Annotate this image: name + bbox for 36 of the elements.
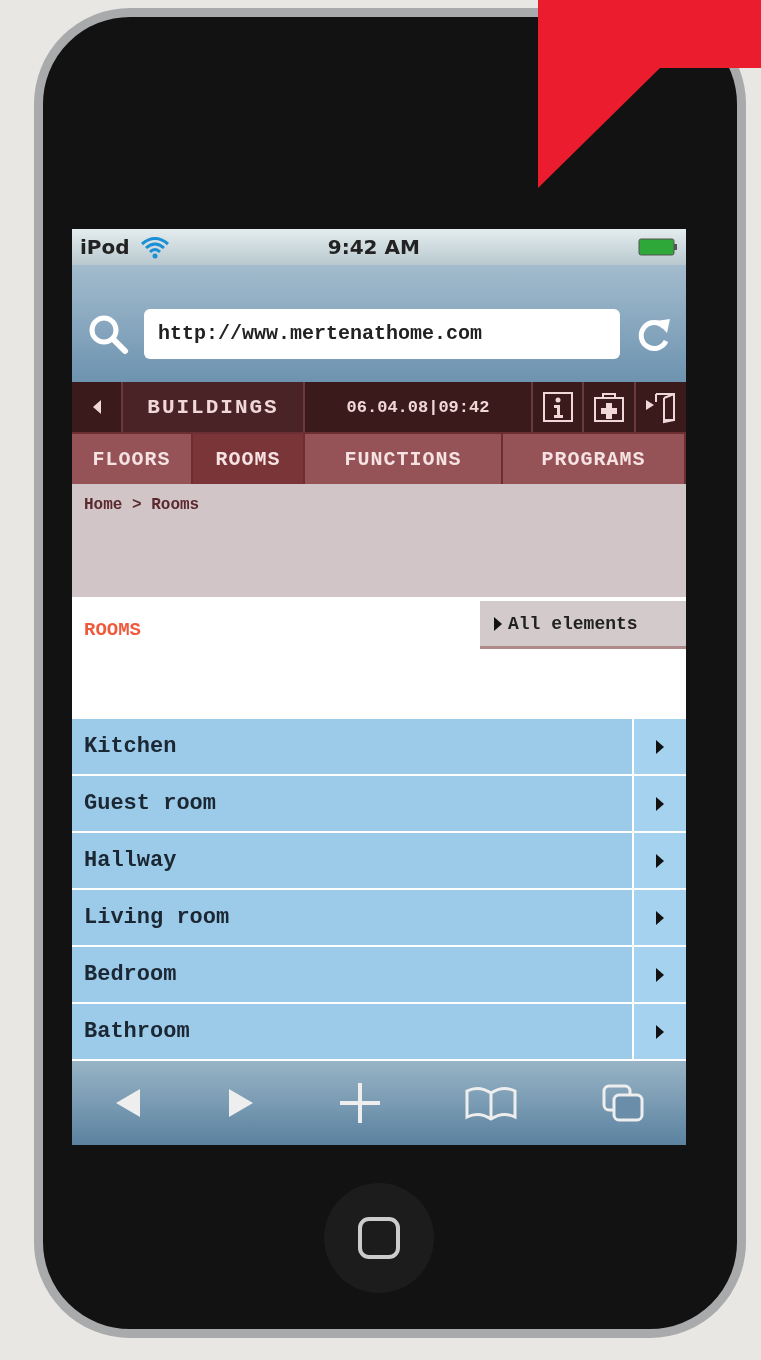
caret-icon bbox=[656, 739, 664, 754]
nav-tab[interactable]: FLOORS bbox=[72, 432, 193, 484]
all-elements-button[interactable]: All elements bbox=[480, 601, 686, 649]
open-room-button[interactable] bbox=[632, 890, 686, 945]
square-icon bbox=[357, 1216, 401, 1260]
wifi-icon bbox=[139, 235, 170, 259]
carrier-label: iPod bbox=[80, 235, 130, 259]
nav-tab[interactable]: ROOMS bbox=[193, 432, 305, 484]
info-icon[interactable] bbox=[541, 391, 574, 423]
forward-arrow-icon[interactable] bbox=[226, 1087, 255, 1119]
caret-icon bbox=[656, 1024, 664, 1039]
url-field[interactable]: http://www.mertenathome.com bbox=[144, 308, 620, 359]
caret-icon bbox=[656, 910, 664, 925]
plus-icon[interactable] bbox=[338, 1082, 381, 1124]
book-icon[interactable] bbox=[465, 1085, 518, 1121]
open-room-button[interactable] bbox=[632, 776, 686, 831]
clock-time: 9:42 AM bbox=[326, 235, 421, 259]
first-aid-kit-icon[interactable] bbox=[592, 390, 626, 424]
open-room-button[interactable] bbox=[632, 719, 686, 774]
caret-icon bbox=[656, 853, 664, 868]
caret-icon bbox=[656, 967, 664, 982]
open-room-button[interactable] bbox=[632, 1004, 686, 1059]
pages-icon[interactable] bbox=[601, 1084, 644, 1122]
caret-icon bbox=[494, 616, 502, 631]
breadcrumb: Home > Rooms bbox=[84, 496, 200, 514]
open-room-button[interactable] bbox=[632, 947, 686, 1002]
open-room-button[interactable] bbox=[632, 833, 686, 888]
caret-icon bbox=[656, 796, 664, 811]
exit-door-icon[interactable] bbox=[644, 390, 678, 424]
back-arrow-icon[interactable] bbox=[114, 1087, 143, 1119]
battery-icon bbox=[638, 238, 678, 256]
buildings-button[interactable]: BUILDINGS bbox=[123, 382, 305, 432]
section-title: ROOMS bbox=[84, 619, 141, 641]
nav-tab[interactable]: PROGRAMS bbox=[503, 432, 686, 484]
nav-tab[interactable]: FUNCTIONS bbox=[305, 432, 503, 484]
caret-icon bbox=[91, 400, 102, 414]
